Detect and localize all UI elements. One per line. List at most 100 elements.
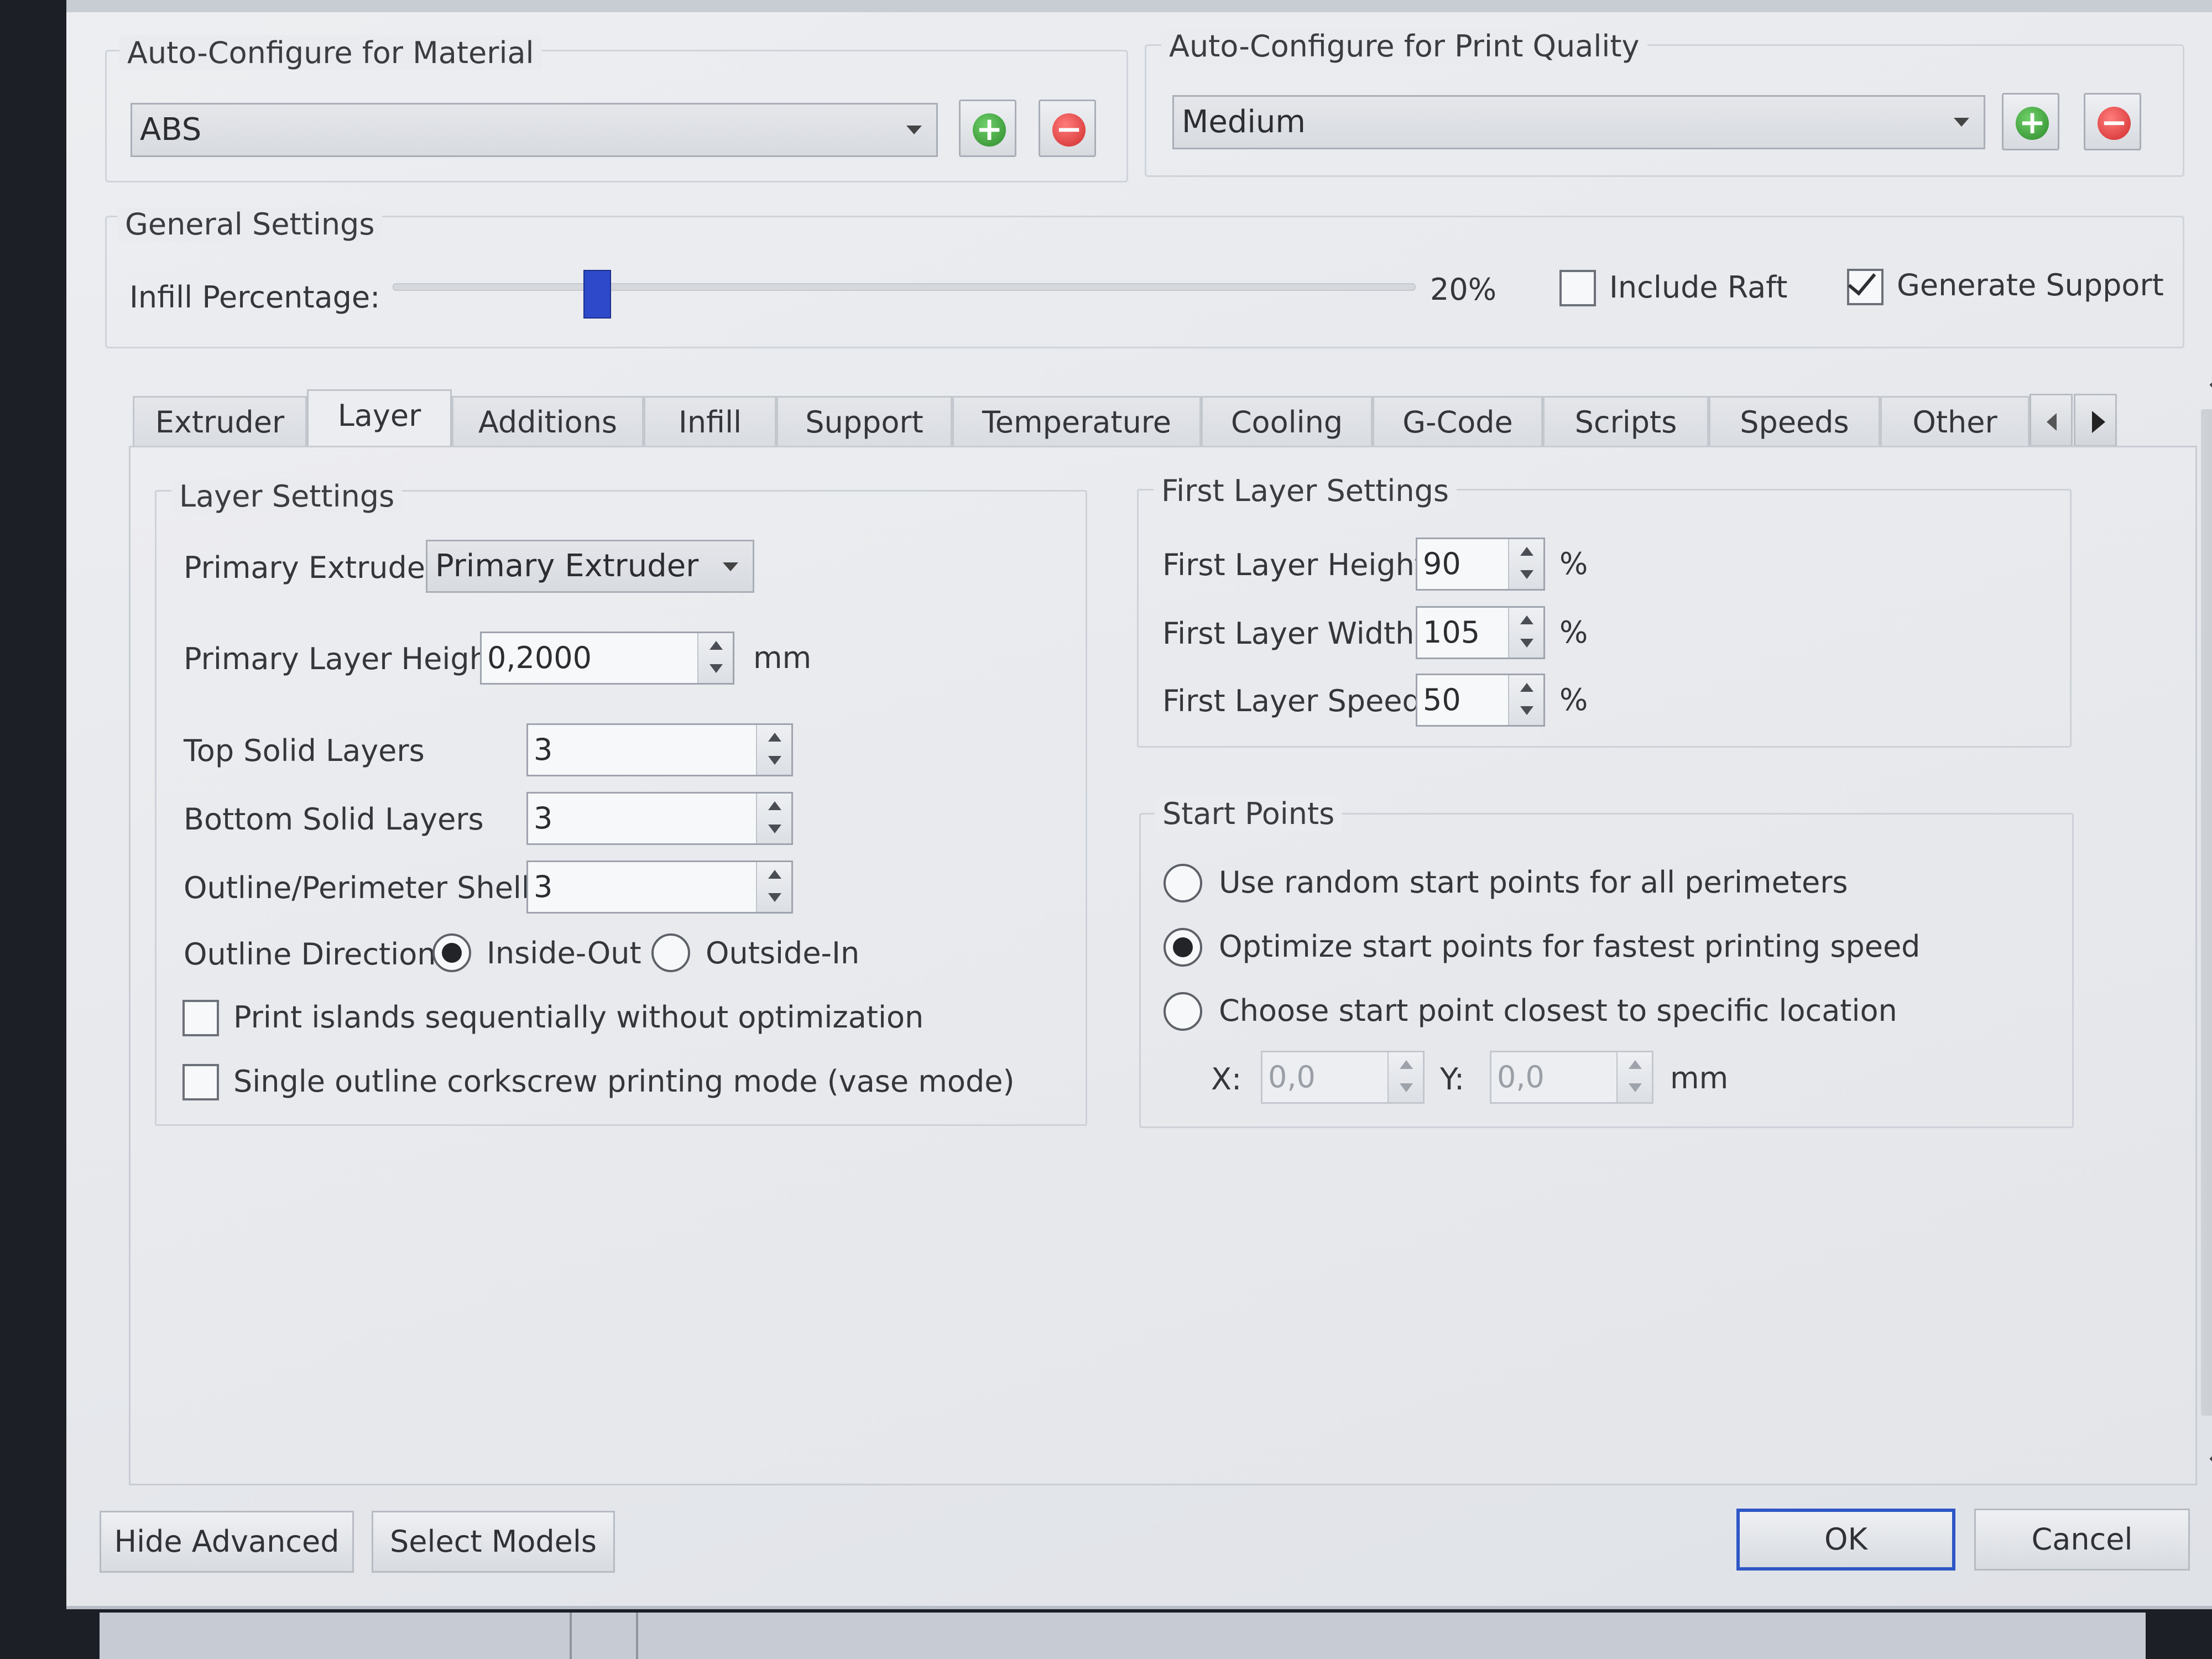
- tab-g-code[interactable]: G-Code: [1373, 396, 1543, 448]
- layer-settings-legend: Layer Settings: [171, 479, 403, 514]
- tab-cooling[interactable]: Cooling: [1201, 396, 1373, 448]
- title-bar: [66, 0, 2212, 12]
- start-points-legend: Start Points: [1155, 796, 1343, 831]
- closest-start-point-radio[interactable]: [1164, 992, 1202, 1031]
- spin-buttons[interactable]: [1616, 1052, 1652, 1102]
- remove-material-button[interactable]: −: [1039, 100, 1096, 157]
- first-layer-width-value: 105: [1423, 615, 1480, 650]
- material-dropdown-value: ABS: [140, 112, 202, 148]
- arrow-up-icon: [1400, 1060, 1413, 1069]
- hide-advanced-button[interactable]: Hide Advanced: [100, 1511, 354, 1573]
- generate-support-checkbox[interactable]: [1847, 266, 1884, 305]
- scrollbar-thumb[interactable]: [2201, 409, 2212, 1416]
- spin-buttons[interactable]: [1508, 608, 1543, 658]
- primary-layer-height-input[interactable]: 0,2000: [480, 632, 734, 685]
- plus-circle-icon: +: [973, 113, 1006, 147]
- chevron-down-icon: [723, 562, 738, 571]
- tab-scripts[interactable]: Scripts: [1543, 396, 1709, 448]
- arrow-up-icon: [1520, 683, 1533, 692]
- tab-additions[interactable]: Additions: [452, 396, 644, 448]
- tab-layer[interactable]: Layer: [307, 389, 452, 449]
- primary-extruder-dropdown[interactable]: Primary Extruder: [426, 540, 754, 593]
- spin-buttons[interactable]: [1508, 539, 1543, 589]
- first-layer-speed-label: First Layer Speed: [1162, 684, 1421, 718]
- outline-direction-label: Outline Direction:: [184, 937, 446, 972]
- perimeter-shells-value: 3: [534, 869, 553, 904]
- vase-mode-checkbox[interactable]: [182, 1064, 219, 1100]
- radio-selected-dot: [442, 943, 462, 963]
- y-coordinate-input[interactable]: 0,0: [1490, 1051, 1653, 1104]
- add-material-button[interactable]: +: [959, 100, 1016, 157]
- tab-other[interactable]: Other: [1880, 396, 2030, 448]
- first-layer-width-input[interactable]: 105: [1416, 606, 1545, 659]
- cancel-button[interactable]: Cancel: [1974, 1509, 2190, 1571]
- spin-buttons[interactable]: [1387, 1052, 1423, 1102]
- spin-buttons[interactable]: [756, 794, 791, 843]
- arrow-down-icon: [1629, 1083, 1642, 1092]
- arrow-up-icon: [768, 801, 781, 810]
- include-raft-checkbox[interactable]: [1559, 270, 1596, 306]
- arrow-down-icon: [768, 756, 781, 765]
- spin-buttons[interactable]: [697, 633, 733, 683]
- chevron-up-icon[interactable]: [2209, 372, 2212, 398]
- first-layer-speed-input[interactable]: 50: [1416, 674, 1545, 727]
- outside-in-label: Outside-In: [706, 936, 860, 971]
- random-start-points-label: Use random start points for all perimete…: [1219, 865, 1848, 900]
- spin-buttons[interactable]: [756, 725, 791, 775]
- x-coordinate-input[interactable]: 0,0: [1261, 1051, 1425, 1104]
- closest-start-point-label: Choose start point closest to specific l…: [1219, 993, 1897, 1028]
- primary-extruder-label: Primary Extruder: [184, 550, 438, 585]
- optimize-start-points-label: Optimize start points for fastest printi…: [1219, 929, 1921, 964]
- arrow-up-icon: [1520, 547, 1533, 556]
- first-layer-height-input[interactable]: 90: [1416, 538, 1545, 591]
- include-raft-label: Include Raft: [1609, 270, 1788, 305]
- top-solid-layers-label: Top Solid Layers: [184, 733, 425, 768]
- chevron-down-icon[interactable]: [2209, 1446, 2212, 1472]
- add-quality-button[interactable]: +: [2002, 93, 2059, 150]
- top-solid-layers-input[interactable]: 3: [526, 723, 793, 776]
- select-models-button[interactable]: Select Models: [372, 1511, 615, 1573]
- settings-scrollbar[interactable]: [2201, 365, 2212, 1493]
- print-islands-checkbox[interactable]: [182, 1000, 219, 1036]
- material-group-legend: Auto-Configure for Material: [119, 35, 542, 70]
- bottom-solid-layers-input[interactable]: 3: [526, 792, 793, 845]
- infill-slider-track[interactable]: [393, 283, 1416, 291]
- arrow-up-icon: [709, 641, 723, 650]
- bottom-solid-layers-value: 3: [534, 801, 553, 836]
- optimize-start-points-radio[interactable]: [1164, 928, 1202, 967]
- first-layer-width-label: First Layer Width: [1162, 616, 1415, 651]
- first-layer-speed-unit: %: [1559, 682, 1588, 717]
- arrow-up-icon: [768, 733, 781, 742]
- inside-out-radio[interactable]: [432, 933, 471, 972]
- tab-scroll-left-button[interactable]: [2030, 394, 2073, 447]
- ok-button[interactable]: OK: [1736, 1509, 1955, 1571]
- outside-in-radio[interactable]: [651, 933, 690, 972]
- material-dropdown[interactable]: ABS: [131, 103, 938, 157]
- bottom-solid-layers-label: Bottom Solid Layers: [184, 802, 484, 837]
- arrow-down-icon: [768, 825, 781, 833]
- arrow-down-icon: [768, 893, 781, 902]
- inside-out-label: Inside-Out: [487, 936, 641, 971]
- arrow-up-icon: [1629, 1060, 1642, 1069]
- quality-dropdown[interactable]: Medium: [1172, 95, 1985, 149]
- minus-circle-icon: −: [1052, 113, 1086, 147]
- process-settings-window: Auto-Configure for Material ABS + − Auto…: [66, 0, 2212, 1609]
- infill-slider-thumb[interactable]: [583, 270, 611, 319]
- arrow-down-icon: [1400, 1083, 1413, 1092]
- settings-tabs: Extruder Layer Additions Infill Support …: [133, 389, 2117, 449]
- tab-infill[interactable]: Infill: [644, 396, 776, 448]
- perimeter-shells-input[interactable]: 3: [526, 860, 793, 914]
- x-coordinate-label: X:: [1211, 1062, 1242, 1097]
- primary-layer-height-label: Primary Layer Height: [184, 641, 500, 676]
- remove-quality-button[interactable]: −: [2084, 93, 2141, 150]
- spin-buttons[interactable]: [756, 862, 791, 912]
- tab-speeds[interactable]: Speeds: [1709, 396, 1880, 448]
- random-start-points-radio[interactable]: [1164, 864, 1202, 902]
- arrow-down-icon: [1520, 706, 1533, 715]
- tab-support[interactable]: Support: [776, 396, 952, 448]
- spin-buttons[interactable]: [1508, 675, 1543, 725]
- tab-temperature[interactable]: Temperature: [952, 396, 1201, 448]
- tab-scroll-right-button[interactable]: [2074, 394, 2117, 447]
- first-layer-height-label: First Layer Height: [1162, 547, 1427, 582]
- tab-extruder[interactable]: Extruder: [133, 396, 307, 448]
